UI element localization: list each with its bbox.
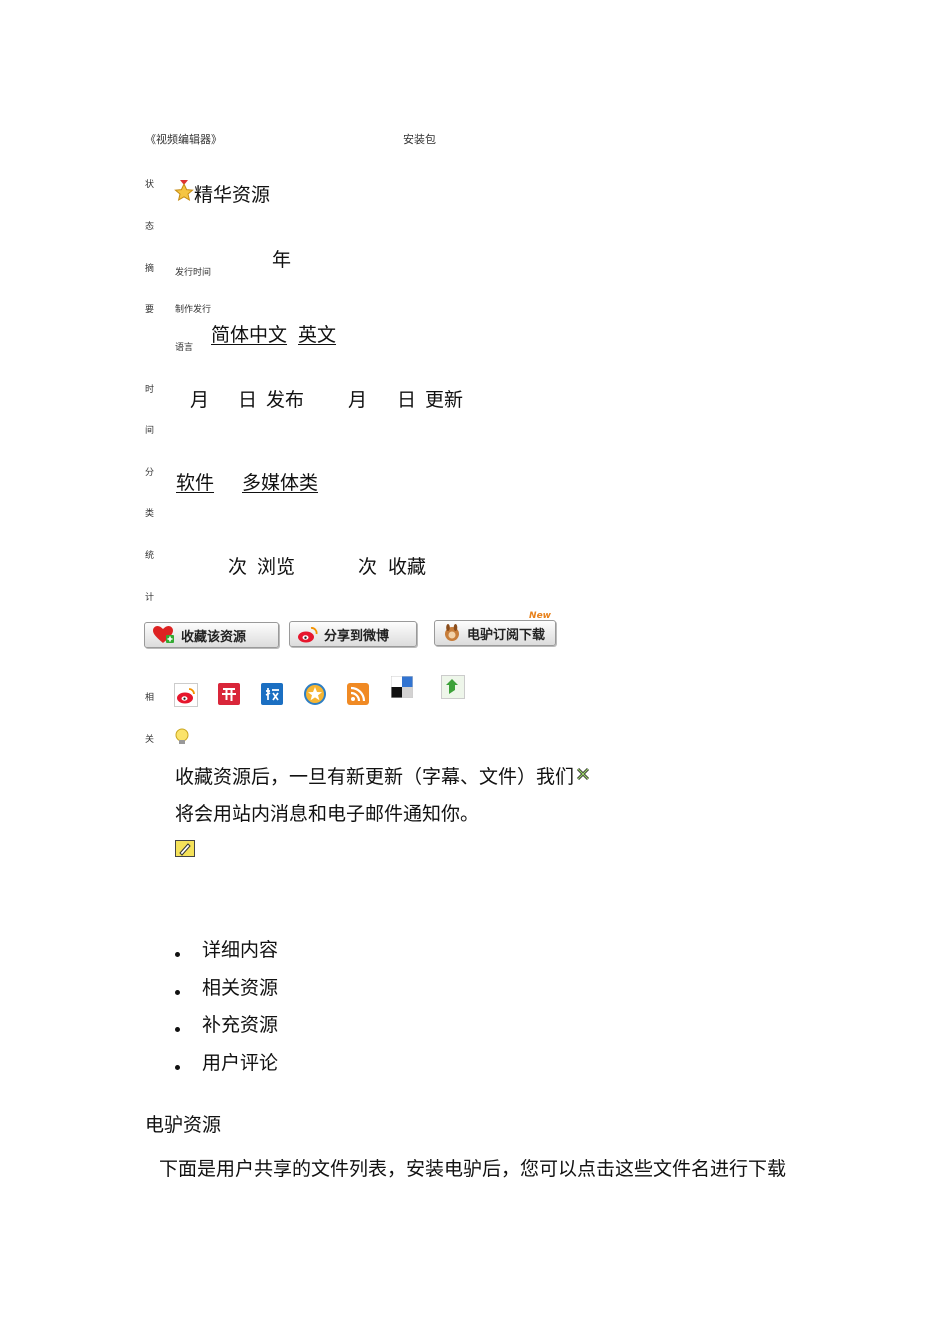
delicious-icon[interactable]: [390, 675, 414, 699]
side-label: 相: [145, 693, 155, 703]
share-weibo-button-label: 分享到微博: [324, 628, 390, 644]
content-tabs: 详细内容 相关资源 补充资源 用户评论: [175, 935, 278, 1085]
category-link-software[interactable]: 软件: [176, 468, 214, 495]
view-label: 浏览: [257, 556, 296, 578]
side-label: 关: [145, 735, 155, 745]
star-medal-icon: [174, 180, 194, 206]
kaixin-icon[interactable]: [218, 683, 240, 705]
new-badge: New: [529, 611, 551, 621]
share-weibo-button[interactable]: 分享到微博: [289, 621, 417, 647]
tab-related[interactable]: 相关资源: [175, 973, 278, 1011]
update-month: 月: [348, 389, 368, 411]
notice-line-1: 收藏资源后，一旦有新更新（字幕、文件）我们: [175, 766, 575, 788]
update-day: 日: [397, 389, 417, 411]
language-link-chinese[interactable]: 简体中文: [211, 320, 287, 347]
other-share-icon[interactable]: [441, 675, 465, 699]
favorite-label: 收藏: [388, 556, 427, 578]
side-label: 分: [145, 468, 155, 478]
qzone-icon[interactable]: [304, 683, 326, 705]
section-description: 下面是用户共享的文件列表，安装电驴后，您可以点击这些文件名进行下载: [159, 1158, 787, 1180]
tab-comments[interactable]: 用户评论: [175, 1048, 278, 1086]
pencil-edit-icon[interactable]: [175, 840, 195, 861]
xiaonei-icon[interactable]: [261, 683, 283, 705]
view-count-unit: 次: [228, 556, 248, 578]
section-title: 电驴资源: [145, 1114, 222, 1136]
favorite-button-label: 收藏该资源: [181, 629, 247, 645]
producer-label: 制作发行: [175, 305, 212, 315]
language-link-english[interactable]: 英文: [298, 320, 336, 347]
publish-month: 月: [190, 389, 210, 411]
close-icon[interactable]: [576, 766, 590, 785]
side-label: 间: [145, 426, 155, 436]
side-label: 态: [145, 222, 155, 232]
lightbulb-icon: [174, 728, 190, 750]
notice-line-2: 将会用站内消息和电子邮件通知你。: [175, 803, 480, 825]
side-label: 计: [145, 593, 155, 603]
page-title: 《视频编辑器》: [145, 133, 222, 146]
side-label: 时: [145, 385, 155, 395]
publish-label: 发布: [266, 389, 305, 411]
side-label: 类: [145, 509, 155, 519]
weibo-icon[interactable]: [174, 683, 198, 707]
release-time-label: 发行时间: [175, 268, 212, 278]
favorite-button[interactable]: 收藏该资源: [144, 622, 279, 648]
tab-supplement[interactable]: 补充资源: [175, 1010, 278, 1048]
side-label: 要: [145, 305, 155, 315]
language-label: 语言: [175, 343, 194, 353]
package-label: 安装包: [403, 133, 436, 146]
side-label: 状: [145, 180, 155, 190]
subscribe-button-label: 电驴订阅下载: [467, 627, 546, 643]
side-label: 摘: [145, 264, 155, 274]
weibo-icon: [298, 626, 318, 642]
side-label: 统: [145, 551, 155, 561]
rss-icon[interactable]: [347, 683, 369, 705]
donkey-icon: [445, 624, 459, 641]
status-badge: 精华资源: [194, 184, 271, 206]
update-label: 更新: [425, 389, 464, 411]
favorite-count-unit: 次: [358, 556, 378, 578]
heart-plus-icon: [153, 626, 174, 643]
release-year: 年: [272, 249, 292, 271]
category-link-multimedia[interactable]: 多媒体类: [242, 468, 318, 495]
tab-details[interactable]: 详细内容: [175, 935, 278, 973]
subscribe-button[interactable]: New 电驴订阅下载: [434, 611, 556, 646]
publish-day: 日: [238, 389, 258, 411]
